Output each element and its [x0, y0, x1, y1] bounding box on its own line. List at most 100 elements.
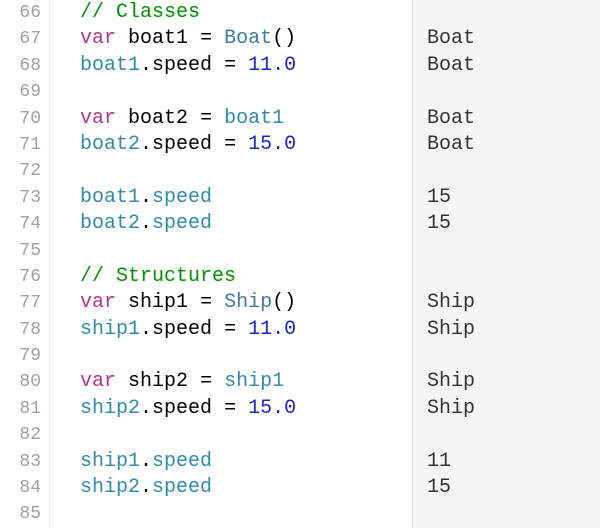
results-sidebar: BoatBoatBoatBoat1515ShipShipShipShip1115: [412, 0, 600, 528]
result-value: Ship: [427, 369, 600, 395]
result-value: [427, 264, 600, 290]
result-value: [427, 238, 600, 264]
code-token: 11.0: [248, 54, 296, 77]
code-token: ship2: [80, 397, 140, 420]
line-number: 83: [0, 449, 41, 475]
code-token: [212, 318, 224, 341]
code-token: [212, 54, 224, 77]
code-token: [212, 27, 224, 50]
code-token: .: [140, 318, 152, 341]
code-token: (): [272, 291, 296, 314]
result-value: [427, 422, 600, 448]
code-line[interactable]: ship1.speed = 11.0: [80, 317, 406, 343]
line-number: 72: [0, 158, 41, 184]
code-line[interactable]: ship2.speed: [80, 475, 406, 501]
result-value: 15: [427, 211, 600, 237]
code-token: [212, 397, 224, 420]
code-token: .: [140, 186, 152, 209]
code-line[interactable]: var boat2 = boat1: [80, 106, 406, 132]
code-token: [188, 107, 200, 130]
line-number: 85: [0, 501, 41, 527]
line-number-gutter: 6667686970717273747576777879808182838485: [0, 0, 50, 528]
result-value: Ship: [427, 290, 600, 316]
result-value: [427, 501, 600, 527]
line-number: 75: [0, 238, 41, 264]
result-value: [427, 158, 600, 184]
code-token: Boat: [224, 27, 272, 50]
code-line[interactable]: ship2.speed = 15.0: [80, 396, 406, 422]
code-token: =: [200, 107, 212, 130]
code-token: [116, 107, 128, 130]
code-token: boat1: [128, 27, 188, 50]
result-value: Boat: [427, 26, 600, 52]
code-line[interactable]: boat2.speed = 15.0: [80, 132, 406, 158]
code-line[interactable]: [80, 501, 406, 527]
code-token: =: [200, 27, 212, 50]
line-number: 76: [0, 264, 41, 290]
code-token: ship1: [128, 291, 188, 314]
result-value: Boat: [427, 106, 600, 132]
code-token: [212, 107, 224, 130]
code-line[interactable]: [80, 343, 406, 369]
code-token: Ship: [224, 291, 272, 314]
code-token: [212, 291, 224, 314]
code-token: [188, 370, 200, 393]
code-token: .: [140, 212, 152, 235]
code-line[interactable]: var ship1 = Ship(): [80, 290, 406, 316]
code-token: speed: [152, 318, 212, 341]
code-line[interactable]: [80, 158, 406, 184]
code-line[interactable]: // Structures: [80, 264, 406, 290]
code-token: var: [80, 370, 116, 393]
line-number: 66: [0, 0, 41, 26]
result-value: [427, 0, 600, 26]
code-line[interactable]: ship1.speed: [80, 449, 406, 475]
code-line[interactable]: [80, 79, 406, 105]
code-token: speed: [152, 186, 212, 209]
code-token: =: [224, 54, 236, 77]
code-editor[interactable]: // Classesvar boat1 = Boat()boat1.speed …: [50, 0, 412, 528]
line-number: 81: [0, 396, 41, 422]
code-line[interactable]: boat1.speed: [80, 185, 406, 211]
code-token: =: [200, 291, 212, 314]
code-token: ship1: [224, 370, 284, 393]
code-token: =: [224, 397, 236, 420]
code-token: ship2: [80, 476, 140, 499]
result-value: [427, 79, 600, 105]
code-line[interactable]: [80, 238, 406, 264]
code-token: [212, 133, 224, 156]
code-token: boat2: [80, 212, 140, 235]
code-token: [236, 318, 248, 341]
code-token: .: [140, 450, 152, 473]
line-number: 84: [0, 475, 41, 501]
code-line[interactable]: [80, 422, 406, 448]
code-token: =: [224, 133, 236, 156]
code-token: [212, 370, 224, 393]
line-number: 82: [0, 422, 41, 448]
code-token: 15.0: [248, 133, 296, 156]
result-value: Ship: [427, 317, 600, 343]
code-line[interactable]: var boat1 = Boat(): [80, 26, 406, 52]
result-value: Boat: [427, 132, 600, 158]
code-token: .: [140, 133, 152, 156]
code-token: boat2: [128, 107, 188, 130]
code-token: 11.0: [248, 318, 296, 341]
code-token: 15.0: [248, 397, 296, 420]
code-line[interactable]: // Classes: [80, 0, 406, 26]
line-number: 69: [0, 79, 41, 105]
code-token: [236, 397, 248, 420]
code-token: boat2: [80, 133, 140, 156]
code-token: =: [200, 370, 212, 393]
code-token: [236, 133, 248, 156]
line-number: 78: [0, 317, 41, 343]
line-number: 70: [0, 106, 41, 132]
code-token: ship1: [80, 318, 140, 341]
code-token: [116, 291, 128, 314]
line-number: 79: [0, 343, 41, 369]
code-line[interactable]: boat1.speed = 11.0: [80, 53, 406, 79]
result-value: 15: [427, 475, 600, 501]
line-number: 80: [0, 369, 41, 395]
code-token: .: [140, 54, 152, 77]
code-token: [188, 27, 200, 50]
code-line[interactable]: boat2.speed: [80, 211, 406, 237]
code-line[interactable]: var ship2 = ship1: [80, 369, 406, 395]
